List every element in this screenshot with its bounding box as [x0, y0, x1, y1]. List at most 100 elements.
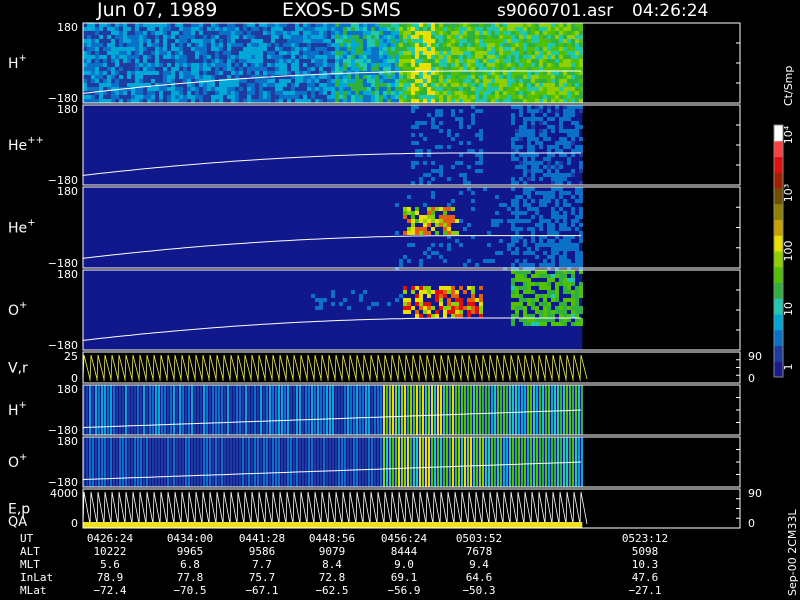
spectrum-cell [395, 23, 399, 27]
spectrum-cell [219, 91, 223, 95]
spectrum-cell [399, 67, 403, 71]
spectrum-cell [515, 294, 519, 298]
spectrum-cell [223, 47, 227, 51]
spectrum-cell [527, 278, 531, 282]
spectrum-cell [111, 95, 115, 99]
spectrum-cell [243, 27, 247, 31]
spectrum-cell [579, 87, 583, 91]
spectrum-cell [179, 63, 183, 67]
spectrum-cell [531, 231, 535, 235]
spectrum-cell [407, 51, 411, 55]
spectrum-cell [143, 99, 147, 103]
spectrum-stripe [98, 385, 100, 435]
spectrum-cell [163, 35, 167, 39]
spectrum-cell [487, 95, 491, 99]
spectrum-cell [251, 67, 255, 71]
spectrum-cell [335, 79, 339, 83]
spectrum-cell [575, 247, 579, 251]
spectrum-cell [279, 63, 283, 67]
spectrum-cell [531, 157, 535, 161]
spectrum-cell [539, 310, 543, 314]
spectrum-cell [531, 302, 535, 306]
spectrum-cell [571, 173, 575, 177]
spectrum-cell [299, 87, 303, 91]
spectrum-cell [407, 67, 411, 71]
spectrum-cell [567, 71, 571, 75]
spectrum-cell [439, 298, 443, 302]
spectrum-cell [495, 95, 499, 99]
spectrum-cell [255, 31, 259, 35]
spectrum-cell [179, 59, 183, 63]
spectrum-cell [431, 55, 435, 59]
spectrum-cell [555, 173, 559, 177]
spectrum-cell [519, 177, 523, 181]
spectrum-cell [507, 43, 511, 47]
spectrum-cell [547, 125, 551, 129]
spectrum-cell [423, 219, 427, 223]
spectrum-cell [179, 99, 183, 103]
spectrum-cell [567, 173, 571, 177]
spectrum-cell [543, 99, 547, 103]
spectrum-cell [379, 43, 383, 47]
spectrum-cell [487, 75, 491, 79]
spectrum-cell [299, 99, 303, 103]
spectrum-stripe [173, 385, 175, 435]
spectrum-cell [407, 207, 411, 211]
spectrum-cell [579, 231, 583, 235]
spectrum-cell [271, 51, 275, 55]
spectrum-cell [147, 91, 151, 95]
spectrum-cell [579, 67, 583, 71]
spectrum-cell [471, 23, 475, 27]
spectrum-cell [571, 39, 575, 43]
panel-background [83, 105, 583, 185]
spectrum-cell [579, 79, 583, 83]
spectrum-cell [539, 203, 543, 207]
spectrum-cell [375, 71, 379, 75]
spectrum-cell [123, 23, 127, 27]
spectrum-cell [199, 99, 203, 103]
spectrum-cell [567, 133, 571, 137]
spectrum-stripe [440, 385, 442, 435]
spectrum-cell [435, 35, 439, 39]
spectrum-cell [203, 51, 207, 55]
spectrum-cell [211, 31, 215, 35]
spectrum-cell [559, 187, 563, 191]
spectrum-cell [563, 47, 567, 51]
spectrum-cell [355, 59, 359, 63]
spectrum-cell [463, 31, 467, 35]
spectrum-cell [523, 169, 527, 173]
spectrum-cell [335, 75, 339, 79]
spectrum-cell [331, 43, 335, 47]
spectrum-stripe [245, 437, 247, 487]
spectrum-stripe [557, 437, 559, 487]
spectrum-cell [399, 43, 403, 47]
spectrum-cell [159, 67, 163, 71]
spectrum-cell [543, 67, 547, 71]
spectrum-stripe [488, 385, 490, 435]
spectrum-cell [475, 153, 479, 157]
spectrum-stripe [200, 385, 202, 435]
spectrum-cell [199, 27, 203, 31]
spectrum-cell [271, 95, 275, 99]
table-cell: 9.4 [469, 558, 489, 571]
spectrum-cell [211, 71, 215, 75]
spectrum-cell [551, 298, 555, 302]
spectrum-cell [479, 51, 483, 55]
spectrum-cell [563, 278, 567, 282]
spectrum-cell [395, 39, 399, 43]
spectrum-cell [539, 270, 543, 274]
spectrum-cell [427, 55, 431, 59]
spectrum-cell [523, 133, 527, 137]
spectrum-cell [327, 31, 331, 35]
spectrum-cell [551, 278, 555, 282]
spectrum-cell [579, 215, 583, 219]
spectrum-cell [459, 71, 463, 75]
spectrum-cell [143, 67, 147, 71]
spectrum-cell [459, 302, 463, 306]
spectrum-cell [551, 290, 555, 294]
spectrum-cell [539, 294, 543, 298]
spectrum-cell [215, 51, 219, 55]
spectrum-cell [467, 223, 471, 227]
spectrum-cell [331, 51, 335, 55]
spectrum-cell [439, 87, 443, 91]
